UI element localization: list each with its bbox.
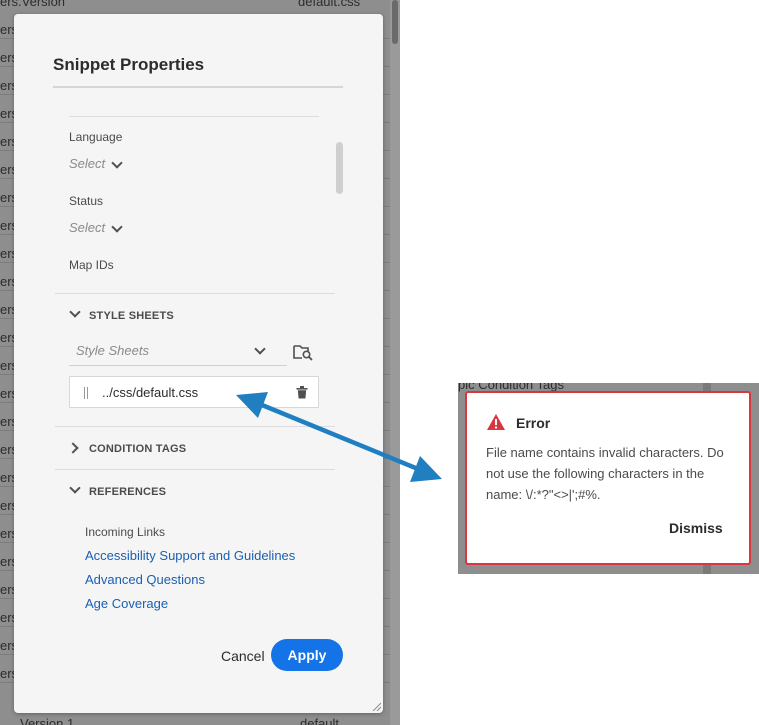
chevron-down-icon[interactable] [254,343,266,355]
chevron-right-icon [67,442,79,454]
divider [55,426,335,427]
chevron-down-icon [111,221,123,233]
cancel-button[interactable]: Cancel [221,648,265,664]
language-label: Language [69,130,123,144]
divider [55,469,335,470]
condition-tags-section-title: CONDITION TAGS [89,443,187,455]
style-sheet-file-name: ../css/default.css [102,385,199,400]
language-select[interactable]: Select [69,156,129,176]
trash-icon[interactable] [296,386,308,399]
browse-folder-icon[interactable] [293,343,313,361]
status-label: Status [69,194,104,208]
divider [69,116,319,117]
reference-link[interactable]: Advanced Questions [85,572,205,587]
bg-scrollbar-thumb[interactable] [392,0,398,44]
status-select-value: Select [69,220,106,235]
dialog-title: Snippet Properties [53,55,205,74]
title-divider [53,86,343,88]
chevron-down-icon [69,306,81,318]
divider [55,293,335,294]
reference-link[interactable]: Accessibility Support and Guidelines [85,548,295,563]
condition-tags-section-toggle[interactable]: CONDITION TAGS [67,441,229,457]
error-message: File name contains invalid characters. D… [486,445,724,502]
error-dialog: Error File name contains invalid charact… [465,391,751,565]
snippet-properties-dialog: Snippet Properties Language Select Statu… [14,14,383,713]
style-sheets-combobox[interactable]: Style Sheets [69,338,287,366]
bg-scrollbar[interactable] [390,0,400,725]
dialog-scrollbar-thumb[interactable] [336,142,343,194]
status-select[interactable]: Select [69,220,129,240]
style-sheets-section-toggle[interactable]: STYLE SHEETS [69,306,229,324]
map-ids-label: Map IDs [69,258,114,272]
bg-top-right: default.css [298,0,361,9]
reference-link[interactable]: Age Coverage [85,596,168,611]
style-sheets-section-title: STYLE SHEETS [89,310,174,322]
warning-icon [486,413,506,431]
chevron-down-icon [111,157,123,169]
references-section-title: REFERENCES [89,486,167,498]
incoming-links-label: Incoming Links [85,525,166,539]
chevron-down-icon [69,482,81,494]
language-select-value: Select [69,156,106,171]
bg-bottom-left: Version 1 [20,716,75,725]
bg-bottom-right: default [300,716,340,725]
resize-handle-icon[interactable] [372,702,381,711]
style-sheets-placeholder: Style Sheets [76,343,149,358]
error-title: Error [516,415,551,431]
bg-top-left: ers.Version [0,0,66,9]
dismiss-button[interactable]: Dismiss [669,520,723,536]
style-sheet-item[interactable]: ../css/default.css [69,376,319,408]
drag-handle-icon[interactable] [84,387,88,399]
references-section-toggle[interactable]: REFERENCES [69,482,229,500]
apply-button[interactable]: Apply [271,639,343,671]
